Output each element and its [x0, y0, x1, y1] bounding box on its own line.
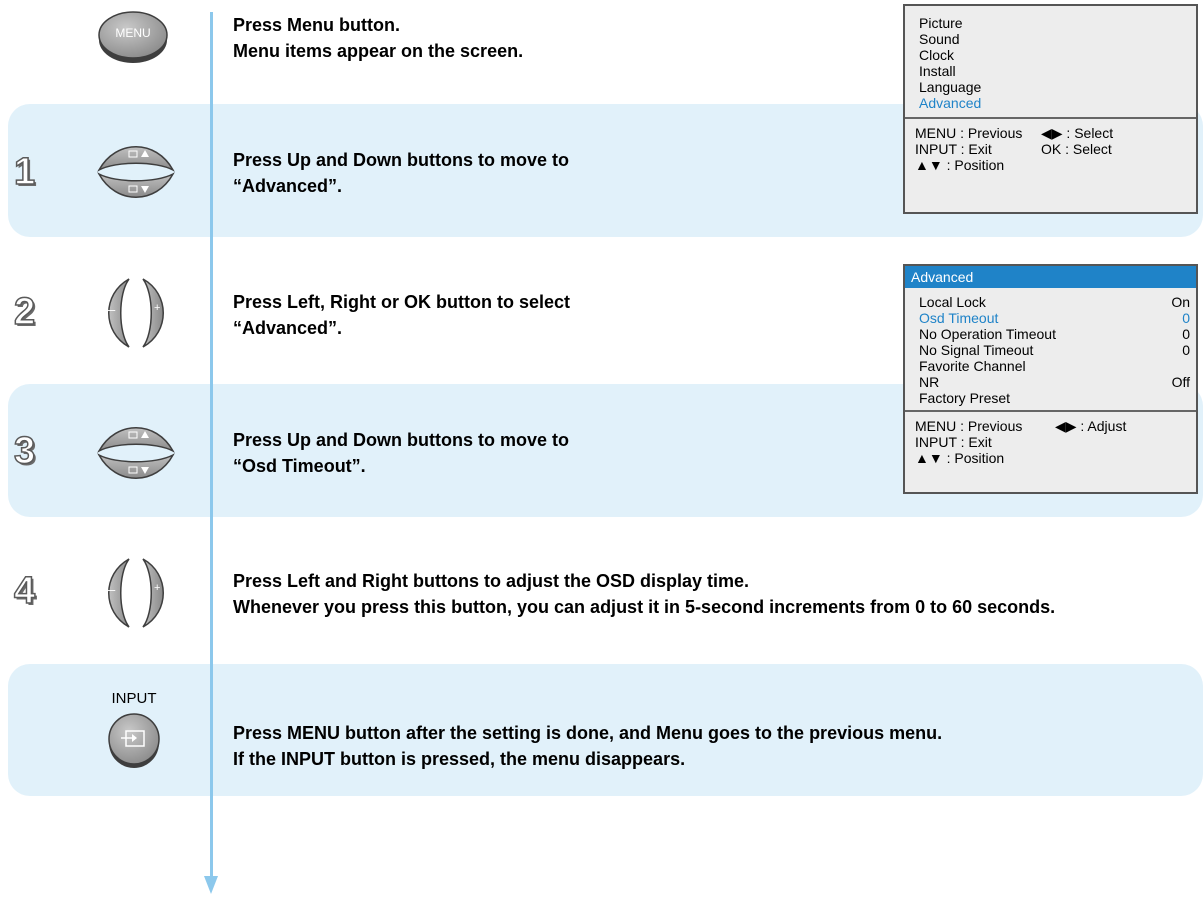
step-2-line-1: Press Left, Right or OK button to select — [233, 292, 571, 312]
input-button-icon — [106, 712, 162, 768]
step-4-instruction: Press Left and Right buttons to adjust t… — [233, 568, 1055, 620]
menu-button-label: MENU — [115, 26, 151, 40]
step-1-instruction: Press Up and Down buttons to move to “Ad… — [233, 147, 569, 199]
final-instruction: Press MENU button after the setting is d… — [233, 720, 942, 772]
step-4-line-1: Press Left and Right buttons to adjust t… — [233, 571, 750, 591]
osd-footer-text: MENU : Previous — [915, 418, 1023, 434]
step-number-2: 2 — [13, 291, 36, 333]
up-down-button-icon — [96, 418, 176, 488]
step-4-line-2: Whenever you press this button, you can … — [233, 597, 1056, 617]
left-right-button-icon: – + — [96, 276, 176, 350]
osd-row-factory-preset: Factory Preset — [919, 390, 1011, 406]
intro-line-1: Press Menu button. — [233, 15, 401, 35]
step-1-line-1: Press Up and Down buttons to move to — [233, 150, 570, 170]
osd-footer-text: ▲▼ : Position — [915, 157, 1005, 173]
menu-button-icon: MENU — [96, 10, 170, 64]
input-button-label: INPUT — [111, 690, 157, 707]
final-line-2: If the INPUT button is pressed, the menu… — [233, 746, 942, 772]
osd-menu-item-picture: Picture — [919, 15, 963, 31]
osd-footer-text: INPUT : Exit — [915, 141, 992, 157]
osd-row-local-lock: Local Lock On — [919, 294, 1190, 310]
step-number-1: 1 — [13, 151, 36, 193]
osd-row-nr: NR Off — [919, 374, 1190, 390]
osd-row-favorite-channel: Favorite Channel — [919, 358, 1026, 374]
osd-main-items: Picture Sound Clock Install Language Adv… — [905, 6, 1196, 117]
minus-label: – — [108, 302, 116, 317]
step-number-3: 3 — [13, 430, 36, 472]
osd-footer-text: ▲▼ : Position — [915, 450, 1005, 466]
osd-row-no-signal-timeout: No Signal Timeout 0 — [919, 342, 1190, 358]
osd-advanced-items: Local Lock On Osd Timeout 0 No Operation T… — [905, 288, 1196, 410]
step-number-4: 4 — [13, 570, 36, 612]
osd-footer-text: ◀▶ : Select — [1041, 125, 1114, 141]
osd-menu-item-language: Language — [919, 79, 982, 95]
plus-label: + — [154, 582, 161, 594]
minus-label: – — [108, 582, 116, 597]
osd-menu-item-clock: Clock — [919, 47, 955, 63]
input-keyword: INPUT — [281, 749, 335, 769]
flow-arrow-icon — [204, 876, 218, 894]
osd-footer-text: INPUT : Exit — [915, 434, 992, 450]
left-right-button-icon: – + — [96, 556, 176, 630]
osd-menu-item-sound: Sound — [919, 31, 960, 47]
osd-advanced-menu: Advanced Local Lock On Osd Timeout 0 No Op… — [903, 264, 1198, 494]
previous-menu-keyword: previous menu — [809, 723, 938, 743]
step-3-instruction: Press Up and Down buttons to move to “Os… — [233, 427, 569, 479]
final-text: button after the setting is done, and Me… — [340, 723, 810, 743]
osd-footer-text: MENU : Previous — [915, 125, 1023, 141]
plus-label: + — [154, 302, 161, 314]
osd-advanced-footer: MENU : Previous ◀▶ : Adjust INPUT : Exit … — [905, 412, 1196, 471]
osd-main-menu: Picture Sound Clock Install Language Adv… — [903, 4, 1198, 214]
osd-footer-text: ◀▶ : Adjust — [1055, 418, 1127, 434]
step-3-line-1: Press Up and Down buttons to move to — [233, 430, 570, 450]
step-2-instruction: Press Left, Right or OK button to select… — [233, 289, 570, 341]
osd-row-osd-timeout: Osd Timeout 0 — [919, 310, 1190, 326]
step-1-line-2: “Advanced”. — [233, 176, 343, 196]
osd-menu-item-install: Install — [919, 63, 956, 79]
step-2-line-2: “Advanced”. — [233, 318, 343, 338]
menu-keyword: MENU — [287, 723, 341, 743]
menu-disappears-keyword: menu disappears — [532, 749, 681, 769]
final-text: . — [937, 723, 943, 743]
osd-main-footer: MENU : Previous ◀▶ : Select INPUT : Exit O… — [905, 119, 1196, 178]
intro-line-2: Menu items appear on the screen. — [233, 41, 524, 61]
final-text: button is pressed, the — [335, 749, 533, 769]
final-text: . — [680, 749, 686, 769]
osd-advanced-title: Advanced — [905, 266, 1196, 288]
final-text: If the — [233, 749, 281, 769]
step-3-line-2: “Osd Timeout”. — [233, 456, 366, 476]
osd-footer-text: OK : Select — [1041, 141, 1112, 157]
up-down-button-icon — [96, 137, 176, 207]
intro-instruction: Press Menu button. Menu items appear on … — [233, 12, 523, 64]
final-text: Press — [233, 723, 288, 743]
osd-menu-item-advanced: Advanced — [919, 95, 982, 111]
osd-row-no-operation-timeout: No Operation Timeout 0 — [919, 326, 1190, 342]
final-line-1: Press MENU button after the setting is d… — [233, 720, 942, 746]
flow-line — [210, 12, 213, 888]
